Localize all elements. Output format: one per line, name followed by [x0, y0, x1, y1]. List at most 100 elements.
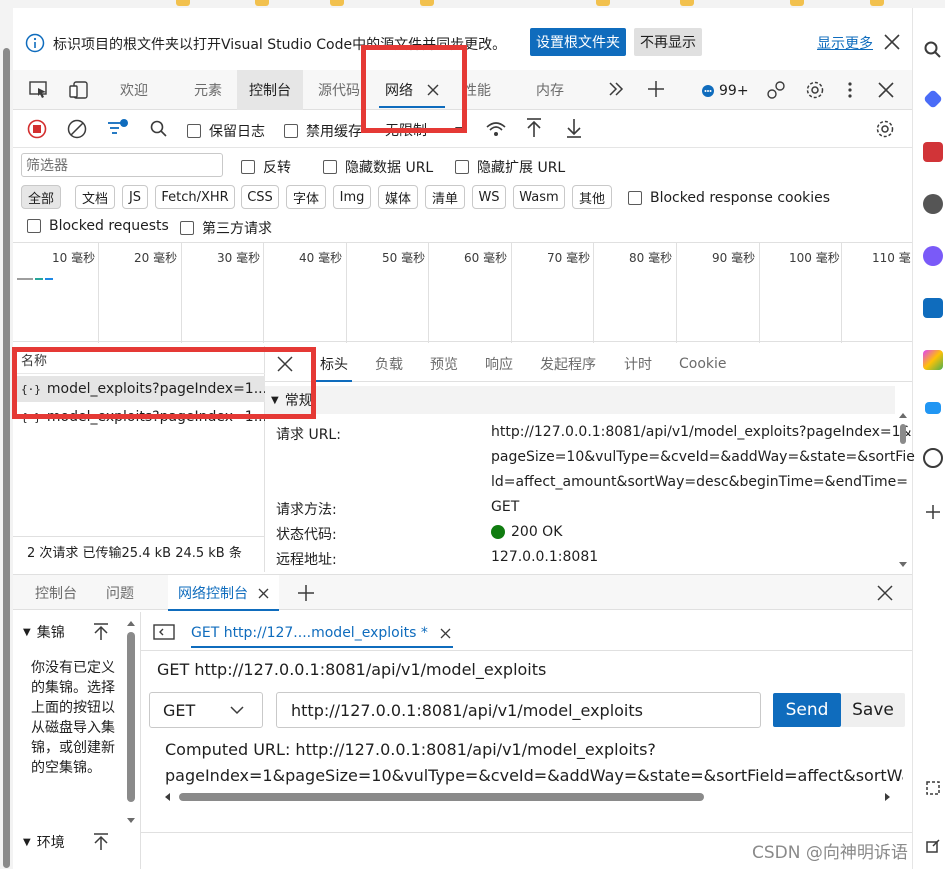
tab-console[interactable]: 控制台	[237, 70, 303, 110]
filter-icon[interactable]	[107, 118, 129, 138]
import-collection-icon[interactable]	[93, 623, 109, 641]
tools-icon[interactable]	[923, 142, 943, 162]
browser-tab-icon[interactable]	[680, 0, 694, 6]
add-tab-icon[interactable]	[647, 80, 665, 98]
filter-input[interactable]: 筛选器	[21, 153, 223, 177]
save-button[interactable]: Save	[841, 693, 905, 727]
blocked-response-cookies-checkbox[interactable]: Blocked response cookies	[628, 190, 830, 206]
more-options-icon[interactable]	[847, 80, 853, 100]
tab-cookies[interactable]: Cookie	[679, 346, 727, 382]
drawer-tab-console[interactable]: 控制台	[35, 575, 77, 611]
browser-tab-icon[interactable]	[255, 0, 269, 6]
dont-show-again-button[interactable]: 不再显示	[634, 28, 702, 56]
filter-manifest[interactable]: 清单	[425, 185, 465, 209]
device-emulation-icon[interactable]	[69, 81, 89, 99]
filter-img[interactable]: Img	[333, 185, 371, 209]
profile-icon[interactable]	[923, 194, 943, 214]
filter-js[interactable]: JS	[122, 185, 148, 209]
connect-device-icon[interactable]	[766, 80, 786, 100]
checkbox[interactable]	[455, 160, 469, 174]
network-settings-gear-icon[interactable]	[875, 119, 895, 139]
designer-icon[interactable]	[923, 350, 943, 370]
learn-more-link[interactable]: 显示更多	[817, 33, 873, 53]
settings-gear-icon[interactable]	[805, 80, 825, 100]
network-overview-timeline[interactable]: 10 毫秒 20 毫秒 30 毫秒 40 毫秒 50 毫秒 60 毫秒 70 毫…	[13, 242, 912, 343]
method-select[interactable]: GET	[149, 692, 263, 728]
request-row[interactable]: {·} model_exploits?pageIndex=1...	[13, 376, 265, 402]
collections-icon[interactable]	[923, 89, 943, 109]
add-drawer-tab-icon[interactable]	[297, 584, 315, 602]
send-button[interactable]: Send	[773, 693, 841, 727]
close-icon[interactable]	[883, 33, 901, 51]
page-scrollbar-thumb[interactable]	[3, 48, 10, 868]
horizontal-scrollbar[interactable]	[163, 790, 903, 804]
checkbox[interactable]	[187, 124, 201, 138]
hide-data-urls-checkbox[interactable]: 隐藏数据 URL	[323, 157, 433, 177]
tab-network[interactable]: 网络	[377, 70, 447, 110]
browser-tab-icon[interactable]	[596, 0, 610, 6]
page-scrollbar[interactable]	[0, 8, 13, 869]
drawer-tab-network-console[interactable]: 网络控制台	[168, 575, 279, 611]
filter-doc[interactable]: 文档	[75, 185, 115, 209]
search-icon[interactable]	[923, 40, 943, 60]
filter-fetch-xhr[interactable]: Fetch/XHR	[155, 185, 235, 209]
filter-css[interactable]: CSS	[241, 185, 279, 209]
general-section-header[interactable]: ▼ 常规	[265, 386, 895, 414]
issues-counter[interactable]: 99+	[701, 82, 749, 100]
collections-scrollbar[interactable]	[125, 618, 137, 828]
export-har-icon[interactable]	[565, 118, 583, 138]
tab-initiator[interactable]: 发起程序	[540, 346, 596, 382]
throttling-select[interactable]: 无限制	[385, 120, 463, 140]
filter-media[interactable]: 媒体	[378, 185, 418, 209]
toggle-sidebar-icon[interactable]	[153, 624, 175, 640]
search-icon[interactable]	[149, 119, 169, 139]
close-tab-icon[interactable]	[440, 628, 451, 639]
request-row[interactable]: {·} model_exploits?pageIndex=1...	[13, 404, 265, 430]
checkbox[interactable]	[323, 160, 337, 174]
external-link-icon[interactable]	[923, 836, 943, 856]
filter-ws[interactable]: WS	[472, 185, 506, 209]
name-column-header[interactable]: 名称	[13, 346, 265, 374]
inspect-element-icon[interactable]	[29, 81, 49, 99]
drawer-tab-issues[interactable]: 问题	[106, 575, 134, 611]
import-har-icon[interactable]	[525, 118, 543, 138]
outlook-icon[interactable]	[923, 298, 943, 318]
checkbox[interactable]	[284, 124, 298, 138]
url-input[interactable]: http://127.0.0.1:8081/api/v1/model_explo…	[276, 692, 761, 728]
close-details-icon[interactable]	[277, 356, 293, 372]
import-environment-icon[interactable]	[93, 833, 109, 851]
tab-elements[interactable]: 元素	[178, 70, 238, 110]
filter-font[interactable]: 字体	[286, 185, 326, 209]
tab-welcome[interactable]: 欢迎	[103, 70, 165, 110]
filter-wasm[interactable]: Wasm	[513, 185, 565, 209]
details-scrollbar[interactable]	[897, 410, 909, 570]
send-icon[interactable]	[925, 402, 941, 414]
checkbox[interactable]	[628, 191, 642, 205]
preserve-log-checkbox[interactable]: 保留日志	[187, 121, 265, 141]
tab-sources[interactable]: 源代码	[309, 70, 369, 110]
filter-other[interactable]: 其他	[572, 185, 612, 209]
record-stop-icon[interactable]	[27, 119, 47, 139]
tab-headers[interactable]: 标头	[316, 346, 352, 382]
checkbox[interactable]	[180, 221, 194, 235]
collections-header[interactable]: ▼ 集锦	[23, 618, 128, 646]
clear-icon[interactable]	[67, 119, 87, 139]
disable-cache-checkbox[interactable]: 禁用缓存	[284, 121, 362, 141]
hide-extension-urls-checkbox[interactable]: 隐藏扩展 URL	[455, 157, 565, 177]
add-icon[interactable]	[923, 502, 943, 522]
checkbox[interactable]	[241, 160, 255, 174]
network-conditions-icon[interactable]	[485, 119, 507, 139]
filter-all[interactable]: 全部	[21, 185, 61, 209]
invert-checkbox[interactable]: 反转	[241, 157, 291, 177]
close-devtools-icon[interactable]	[877, 81, 895, 99]
close-tab-icon[interactable]	[427, 84, 439, 96]
environments-header[interactable]: ▼ 环境	[23, 828, 128, 856]
set-root-folder-button[interactable]: 设置根文件夹	[530, 28, 626, 56]
circle-icon[interactable]	[923, 448, 943, 468]
third-party-requests-checkbox[interactable]: 第三方请求	[180, 218, 272, 238]
screenshot-icon[interactable]	[923, 778, 943, 798]
tab-payload[interactable]: 负载	[375, 346, 403, 382]
tab-preview[interactable]: 预览	[430, 346, 458, 382]
tab-response[interactable]: 响应	[485, 346, 513, 382]
browser-tab-icon[interactable]	[790, 0, 804, 6]
